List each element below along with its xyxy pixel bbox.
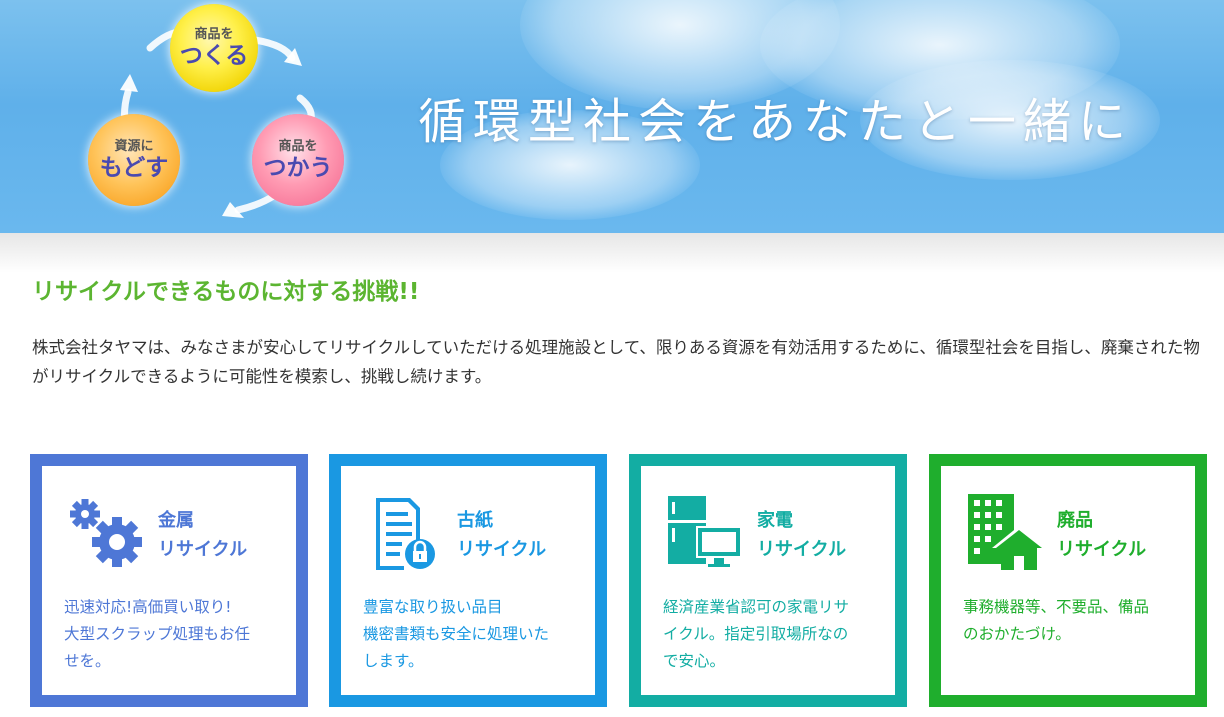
card-desc-line2: 大型スクラップ処理もお任 xyxy=(64,625,251,643)
card-title-line2: リサイクル xyxy=(457,539,547,560)
document-lock-icon xyxy=(376,498,435,570)
recycle-cycle-diagram: 商品を つくる 商品を つかう 資源に もどす xyxy=(60,0,380,233)
cycle-make-bubble: 商品を つくる xyxy=(170,4,258,92)
card-junk-description: 事務機器等、不要品、備品 のおかたづけ。 xyxy=(963,594,1175,648)
cycle-use-small-label: 商品を xyxy=(278,139,318,154)
card-metal-description: 迅速対応!高価買い取り! 大型スクラップ処理もお任 せを。 xyxy=(64,594,276,675)
building-house-icon xyxy=(968,494,1046,570)
card-paper-recycle[interactable]: 古紙 リサイクル 豊富な取り扱い品目 機密書類も安全に処理いた します。 xyxy=(329,454,607,707)
card-metal-recycle[interactable]: 金属 リサイクル 迅速対応!高価買い取り! 大型スクラップ処理もお任 せを。 xyxy=(30,454,308,707)
card-desc-line1: 事務機器等、不要品、備品 xyxy=(963,598,1150,616)
cycle-return-big-label: もどす xyxy=(99,155,169,181)
card-appliance-description: 経済産業省認可の家電リサ イクル。指定引取場所なの で安心。 xyxy=(663,594,875,675)
card-title-line2: リサイクル xyxy=(757,539,847,560)
card-junk-title: 廃品 リサイクル xyxy=(1057,506,1146,564)
card-desc-line2: 機密書類も安全に処理いた xyxy=(363,625,550,643)
cycle-return-bubble: 資源に もどす xyxy=(88,114,180,206)
card-desc-line3: で安心。 xyxy=(663,652,726,670)
cycle-use-big-label: つかう xyxy=(263,155,333,181)
card-junk-recycle[interactable]: 廃品 リサイクル 事務機器等、不要品、備品 のおかたづけ。 xyxy=(929,454,1207,707)
card-desc-line1: 経済産業省認可の家電リサ xyxy=(663,598,850,616)
intro-paragraph: 株式会社タヤマは、みなさまが安心してリサイクルしていただける処理施設として、限り… xyxy=(32,338,1200,386)
card-title-line2: リサイクル xyxy=(1057,539,1147,560)
card-title-line1: 廃品 xyxy=(1057,510,1093,531)
card-title-line2: リサイクル xyxy=(158,539,248,560)
card-title-line1: 金属 xyxy=(158,510,194,531)
card-desc-line1: 豊富な取り扱い品目 xyxy=(363,598,503,616)
card-paper-description: 豊富な取り扱い品目 機密書類も安全に処理いた します。 xyxy=(363,594,575,675)
cycle-return-small-label: 資源に xyxy=(114,139,154,154)
card-appliance-recycle[interactable]: 家電 リサイクル 経済産業省認可の家電リサ イクル。指定引取場所なの で安心。 xyxy=(629,454,907,707)
hero-title: 循環型社会をあなたと一緒に xyxy=(418,94,1134,150)
cycle-make-big-label: つくる xyxy=(179,43,249,69)
card-desc-line1: 迅速対応!高価買い取り! xyxy=(64,598,232,616)
card-paper-title: 古紙 リサイクル xyxy=(457,506,546,564)
card-desc-line2: イクル。指定引取場所なの xyxy=(663,625,849,643)
cycle-make-small-label: 商品を xyxy=(194,27,234,42)
hero-shadow-divider xyxy=(0,233,1224,273)
appliances-icon xyxy=(668,496,742,567)
card-title-line1: 古紙 xyxy=(457,510,493,531)
card-desc-line2: のおかたづけ。 xyxy=(963,625,1071,643)
card-title-line1: 家電 xyxy=(757,510,793,531)
card-desc-line3: します。 xyxy=(363,652,424,670)
card-metal-title: 金属 リサイクル xyxy=(158,506,247,564)
card-appliance-title: 家電 リサイクル xyxy=(757,506,846,564)
card-desc-line3: せを。 xyxy=(64,652,111,670)
hero-banner: 商品を つくる 商品を つかう 資源に もどす 循環型社会をあなたと一緒に xyxy=(0,0,1224,233)
cycle-use-bubble: 商品を つかう xyxy=(252,114,344,206)
gears-icon xyxy=(70,499,142,567)
intro-heading: リサイクルできるものに対する挑戦!! xyxy=(32,279,420,305)
